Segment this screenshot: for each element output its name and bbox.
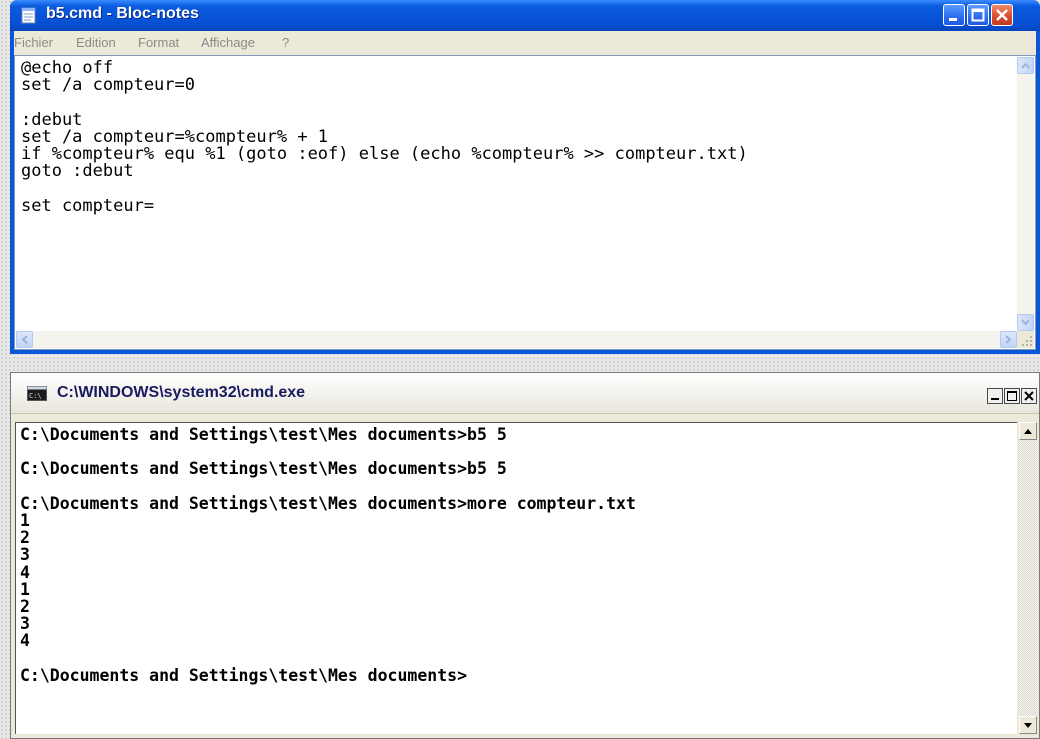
console-scroll-down-button[interactable]: [1019, 716, 1037, 734]
close-icon: [1024, 391, 1034, 401]
notepad-content: @echo off set /a compteur=0 :debut set /…: [21, 58, 748, 216]
close-icon: [996, 9, 1008, 21]
arrow-up-icon: [1024, 429, 1032, 434]
notepad-title: b5.cmd - Bloc-notes: [46, 5, 199, 22]
arrow-up-icon: [1021, 62, 1030, 69]
arrow-left-icon: [21, 335, 28, 344]
resize-grip-icon[interactable]: [1017, 331, 1034, 348]
console-title-bar[interactable]: C:\ C:\WINDOWS\system32\cmd.exe: [11, 373, 1039, 414]
console-title: C:\WINDOWS\system32\cmd.exe: [57, 384, 306, 401]
console-output: C:\Documents and Settings\test\Mes docum…: [20, 425, 636, 685]
scroll-up-button[interactable]: [1017, 57, 1034, 74]
console-close-button[interactable]: [1021, 388, 1037, 404]
notepad-horizontal-scrollbar[interactable]: [16, 331, 1017, 348]
arrow-down-icon: [1021, 319, 1030, 326]
svg-text:C:\: C:\: [29, 392, 42, 400]
menu-edition[interactable]: Edition: [76, 35, 116, 50]
notepad-window: b5.cmd - Bloc-notes Fichier Edition Form…: [10, 0, 1040, 354]
menu-fichier[interactable]: Fichier: [14, 35, 53, 50]
arrow-down-icon: [1024, 723, 1032, 728]
notepad-minimize-button[interactable]: [943, 4, 965, 26]
notepad-maximize-button[interactable]: [967, 4, 989, 26]
menu-format[interactable]: Format: [138, 35, 179, 50]
scroll-left-button[interactable]: [16, 331, 33, 348]
minimize-icon: [991, 398, 999, 400]
scroll-right-button[interactable]: [1000, 331, 1017, 348]
console-vertical-scrollbar[interactable]: [1019, 422, 1037, 734]
console-icon: C:\: [27, 386, 47, 401]
maximize-icon: [1007, 391, 1017, 401]
arrow-right-icon: [1005, 335, 1012, 344]
notepad-close-button[interactable]: [991, 4, 1013, 26]
scroll-down-button[interactable]: [1017, 314, 1034, 331]
console-maximize-button[interactable]: [1004, 388, 1020, 404]
menu-affichage[interactable]: Affichage: [201, 35, 255, 50]
console-scroll-up-button[interactable]: [1019, 422, 1037, 440]
menu-help[interactable]: ?: [282, 35, 289, 50]
notepad-menu-bar: Fichier Edition Format Affichage ?: [14, 31, 1036, 55]
maximize-icon: [971, 8, 985, 22]
notepad-title-bar[interactable]: b5.cmd - Bloc-notes: [10, 0, 1040, 31]
console-output-area[interactable]: C:\Documents and Settings\test\Mes docum…: [15, 422, 1017, 734]
notepad-icon: [20, 6, 38, 24]
notepad-text-area[interactable]: @echo off set /a compteur=0 :debut set /…: [14, 55, 1036, 350]
minimize-icon: [949, 18, 957, 21]
notepad-client-area: @echo off set /a compteur=0 :debut set /…: [14, 55, 1036, 350]
console-minimize-button[interactable]: [987, 388, 1003, 404]
notepad-vertical-scrollbar[interactable]: [1017, 57, 1034, 331]
console-window: C:\ C:\WINDOWS\system32\cmd.exe C:\Docum…: [10, 372, 1040, 739]
